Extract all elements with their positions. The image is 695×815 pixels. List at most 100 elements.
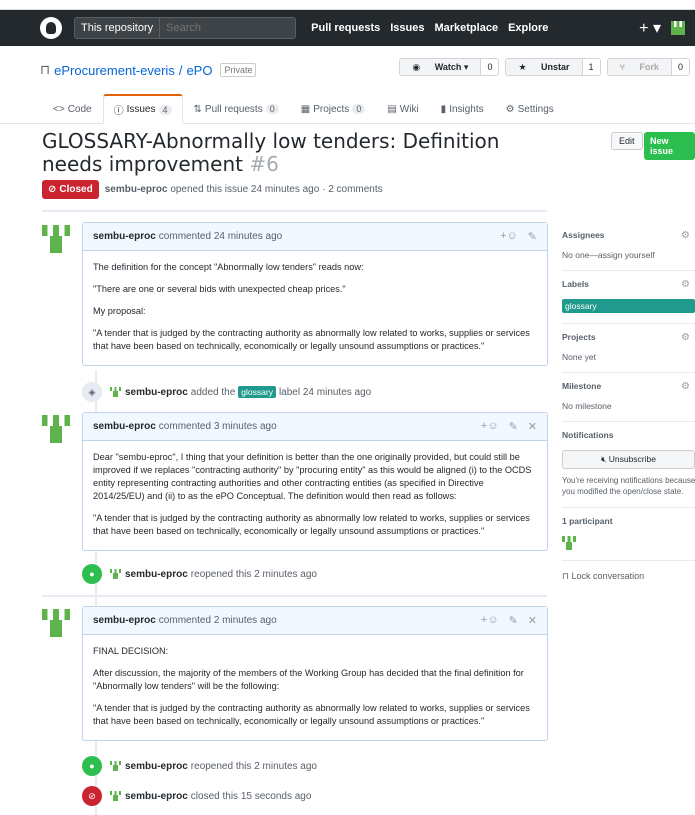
add-reaction-icon[interactable]: +☺ xyxy=(481,420,499,433)
label-glossary[interactable]: glossary xyxy=(562,299,695,313)
assign-yourself-link[interactable]: No one—assign yourself xyxy=(562,250,695,260)
fork-count[interactable]: 0 xyxy=(670,59,689,75)
edit-pencil-icon[interactable]: ✎ xyxy=(528,230,537,243)
nav-explore[interactable]: Explore xyxy=(508,22,548,34)
fork-label: Fork xyxy=(639,62,659,72)
event-text: added the xyxy=(190,386,236,398)
unstar-button[interactable]: ★ Unstar 1 xyxy=(505,58,601,76)
sidebar-participants: 1 participant xyxy=(562,508,695,561)
comment-author[interactable]: sembu-eproc xyxy=(93,231,156,242)
repo-name-link[interactable]: ePO xyxy=(186,63,212,78)
timeline-event: ● sembu-eproc reopened this 2 minutes ag… xyxy=(82,756,317,776)
nav-issues[interactable]: Issues xyxy=(390,22,424,34)
repo-header: ⊓ eProcurement-everis / ePO Private ◉ Wa… xyxy=(0,46,695,124)
comment-paragraph: Dear "sembu-eproc", I thing that your de… xyxy=(93,452,532,501)
delete-x-icon[interactable]: ✕ xyxy=(528,614,537,627)
repo-owner-link[interactable]: eProcurement-everis xyxy=(54,63,175,78)
comment-body: Dear "sembu-eproc", I thing that your de… xyxy=(83,441,547,550)
tab-label: Projects xyxy=(313,103,350,115)
watch-count[interactable]: 0 xyxy=(480,59,499,75)
timeline-divider xyxy=(42,595,547,597)
tab-label: Insights xyxy=(449,103,484,115)
comment-paragraph: The definition for the concept "Abnormal… xyxy=(93,262,364,272)
gear-icon: ⚙ xyxy=(505,103,515,115)
nav-pull-requests[interactable]: Pull requests xyxy=(311,22,380,34)
sidebar-heading: Assignees xyxy=(562,230,605,240)
edit-pencil-icon[interactable]: ✎ xyxy=(509,420,518,433)
comment-paragraph: My proposal: xyxy=(93,306,146,316)
gear-icon[interactable]: ⚙ xyxy=(681,279,690,290)
lock-conversation-link[interactable]: ⊓ Lock conversation xyxy=(562,561,695,582)
search-scope[interactable]: This repository xyxy=(75,18,161,38)
avatar[interactable] xyxy=(42,225,70,253)
avatar[interactable] xyxy=(110,386,121,398)
closed-circle-slash-icon: ⊘ xyxy=(82,786,102,806)
gear-icon[interactable]: ⚙ xyxy=(681,381,690,392)
user-avatar[interactable] xyxy=(671,21,685,35)
comment-body: The definition for the concept "Abnormal… xyxy=(83,251,547,365)
timeline-event: ⊘ sembu-eproc closed this 15 seconds ago xyxy=(82,786,311,806)
watch-button[interactable]: ◉ Watch ▾ 0 xyxy=(399,58,500,76)
edit-pencil-icon[interactable]: ✎ xyxy=(509,614,518,627)
unsubscribe-button[interactable]: 🔇︎ Unsubscribe xyxy=(562,450,695,469)
add-reaction-icon[interactable]: +☺ xyxy=(481,614,499,627)
comment: sembu-eproc commented 24 minutes ago +☺ ✎… xyxy=(82,222,548,366)
tab-pull-requests[interactable]: ⇅ Pull requests 0 xyxy=(183,94,290,124)
label-glossary[interactable]: glossary xyxy=(238,386,276,398)
avatar[interactable] xyxy=(42,609,70,637)
add-reaction-icon[interactable]: +☺ xyxy=(500,230,518,243)
event-text: label 24 minutes ago xyxy=(278,386,372,398)
reopened-dot-icon: ● xyxy=(82,564,102,584)
avatar[interactable] xyxy=(562,536,576,550)
sidebar-labels: Labels ⚙ glossary xyxy=(562,271,695,324)
tab-wiki[interactable]: ▤ Wiki xyxy=(376,94,429,124)
event-author[interactable]: sembu-eproc xyxy=(125,761,188,772)
gear-icon[interactable]: ⚙ xyxy=(681,332,690,343)
nav-marketplace[interactable]: Marketplace xyxy=(434,22,498,34)
header-divider xyxy=(42,210,547,212)
avatar[interactable] xyxy=(110,760,121,772)
timeline-event: ◈ sembu-eproc added the glossary label 2… xyxy=(82,382,371,402)
tab-issues[interactable]: ⓘ Issues 4 xyxy=(102,94,183,124)
status-badge: ⊘ Closed xyxy=(42,180,99,199)
star-count[interactable]: 1 xyxy=(581,59,600,75)
edit-title-button[interactable]: Edit xyxy=(611,132,643,150)
create-new-dropdown[interactable]: + ▾ xyxy=(639,18,661,38)
comment-time[interactable]: commented 2 minutes ago xyxy=(159,615,277,626)
delete-x-icon[interactable]: ✕ xyxy=(528,420,537,433)
fork-button[interactable]: ⑂ Fork 0 xyxy=(606,58,690,76)
gear-icon[interactable]: ⚙ xyxy=(681,230,690,241)
star-icon: ★ xyxy=(518,62,530,72)
comment-time[interactable]: commented 24 minutes ago xyxy=(159,231,282,242)
comment-time[interactable]: commented 3 minutes ago xyxy=(159,421,277,432)
avatar[interactable] xyxy=(42,415,70,443)
comment-paragraph: FINAL DECISION: xyxy=(93,646,169,656)
avatar[interactable] xyxy=(110,790,121,802)
new-issue-button[interactable]: New issue xyxy=(644,132,695,160)
event-author[interactable]: sembu-eproc xyxy=(125,569,188,580)
project-icon: ▦ xyxy=(300,103,311,115)
search-input[interactable] xyxy=(160,18,296,38)
comment-paragraph: "A tender that is judged by the contract… xyxy=(93,703,530,726)
milestone-value: No milestone xyxy=(562,401,612,411)
github-logo-icon[interactable] xyxy=(40,17,62,39)
sidebar-projects: Projects ⚙ None yet xyxy=(562,324,695,373)
tab-projects[interactable]: ▦ Projects 0 xyxy=(290,94,377,124)
comment-author[interactable]: sembu-eproc xyxy=(93,615,156,626)
pull-requests-counter: 0 xyxy=(265,104,279,114)
event-author[interactable]: sembu-eproc xyxy=(125,387,188,398)
event-author[interactable]: sembu-eproc xyxy=(125,791,188,802)
lock-icon: ⊓ xyxy=(40,62,51,77)
tab-insights[interactable]: ▮ Insights xyxy=(430,94,495,124)
comment-author[interactable]: sembu-eproc xyxy=(93,421,156,432)
reopened-dot-icon: ● xyxy=(82,756,102,776)
event-text: reopened this 2 minutes ago xyxy=(190,760,317,772)
avatar[interactable] xyxy=(110,568,121,580)
tab-code[interactable]: <> Code xyxy=(42,94,103,124)
lock-label: Lock conversation xyxy=(571,571,645,581)
unsubscribe-label: Unsubscribe xyxy=(608,454,656,464)
projects-counter: 0 xyxy=(352,104,366,114)
issue-author-link[interactable]: sembu-eproc xyxy=(105,184,168,195)
book-icon: ▤ xyxy=(387,103,397,115)
tab-settings[interactable]: ⚙ Settings xyxy=(495,94,565,124)
